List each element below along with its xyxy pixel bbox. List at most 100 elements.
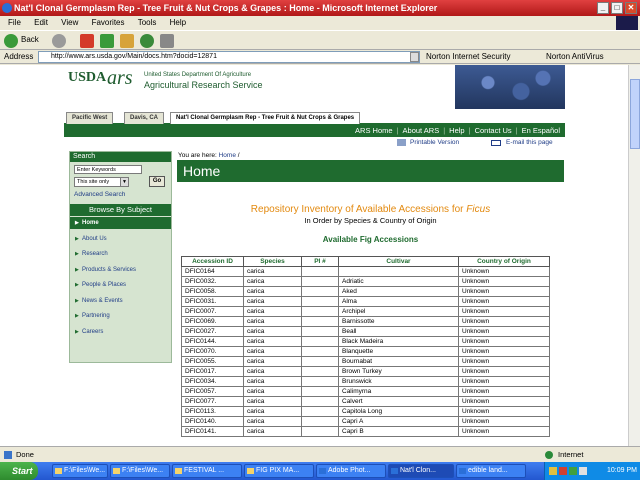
printable-version-link[interactable]: Printable Version [410,139,459,146]
taskbar-item[interactable]: F:\Files\We... [110,464,170,478]
tray-icon[interactable] [569,467,577,475]
maximize-button[interactable]: □ [611,2,623,14]
menu-edit[interactable]: Edit [34,18,48,27]
folder-icon [55,468,62,474]
breadcrumb-home-link[interactable]: Home [219,152,236,159]
site-header: USDA ars United States Department Of Agr… [64,65,565,109]
chevron-down-icon[interactable]: ▼ [120,178,128,186]
table-row: DFIC0141. carica Capri B Unknown [181,426,550,437]
breadcrumb-prefix: You are here: [178,152,217,159]
nav-contact-us[interactable]: Contact Us [473,126,514,135]
back-label[interactable]: Back [21,35,39,44]
country-cell: Unknown [458,406,550,417]
nav-about-ars[interactable]: About ARS [401,126,442,135]
country-cell: Unknown [458,386,550,397]
country-cell: Unknown [458,266,550,277]
nav-en-espanol[interactable]: En Español [520,126,562,135]
cultivar-cell: Calvert [338,396,459,407]
taskbar-item[interactable]: F:\Files\We... [52,464,108,478]
table-row: DFIC0032. carica Adriatic Unknown [181,276,550,287]
forward-arrow-icon[interactable] [52,34,66,48]
pi-number-cell [301,306,339,317]
media-icon[interactable] [140,34,154,48]
menu-help[interactable]: Help [170,18,186,27]
photoshop-icon [319,468,326,474]
bullet-icon: ▶ [75,282,79,288]
pi-number-cell [301,366,339,377]
nav-ars-home[interactable]: ARS Home [353,126,395,135]
address-label: Address [4,52,34,61]
tab-germplasm-rep[interactable]: Nat'l Clonal Germplasm Rep - Tree Fruit … [170,112,361,124]
ars-logo[interactable]: ars [107,67,133,90]
tab-pacific-west[interactable]: Pacific West [66,112,114,124]
bullet-icon: ▶ [75,267,79,273]
start-button[interactable]: Start [0,462,38,480]
search-heading: Search [70,152,171,162]
col-country: Country of Origin [458,256,550,267]
address-dropdown-icon[interactable] [410,52,419,62]
sidebar-item-label: News & Events [82,298,123,304]
scrollbar-thumb[interactable] [630,79,640,149]
email-page-link[interactable]: E-mail this page [506,139,553,146]
sidebar-item-about-us[interactable]: ▶ About Us [70,233,171,245]
sidebar-item-research[interactable]: ▶ Research [70,248,171,260]
tray-icon[interactable] [579,467,587,475]
repository-title-text: Repository Inventory of Available Access… [250,204,464,215]
location-tabs: Pacific West Davis, CA Nat'l Clonal Germ… [64,112,565,124]
taskbar-item-label: Adobe Phot... [328,467,371,474]
country-cell: Unknown [458,346,550,357]
accession-id-cell: DFIC0113. [181,406,244,417]
menu-tools[interactable]: Tools [138,18,157,27]
table-row: DFIC0140. carica Capri A Unknown [181,416,550,427]
tray-icon[interactable] [559,467,567,475]
menu-favorites[interactable]: Favorites [92,18,125,27]
go-button[interactable]: Go [149,176,165,187]
tab-davis[interactable]: Davis, CA [124,112,165,124]
menu-view[interactable]: View [61,18,78,27]
table-row: DFIC0027. carica Beall Unknown [181,326,550,337]
repository-subtitle: In Order by Species & Country of Origin [304,216,437,225]
bullet-icon: ▶ [75,313,79,319]
tray-icon[interactable] [549,467,557,475]
refresh-icon[interactable] [100,34,114,48]
sidebar-item-partnering[interactable]: ▶ Partnering [70,310,171,322]
page-icon [4,451,12,459]
taskbar-item[interactable]: edible land... [456,464,526,478]
back-arrow-icon[interactable] [4,34,18,48]
sidebar-item-people[interactable]: ▶ People & Places [70,279,171,291]
keyword-input[interactable]: Enter Keywords [74,165,142,174]
col-pi-number: PI # [301,256,339,267]
sidebar-item-careers[interactable]: ▶ Careers [70,326,171,338]
accession-id-cell: DFIC0031. [181,296,244,307]
table-row: DFIC0077. carica Calvert Unknown [181,396,550,407]
norton-antivirus-label[interactable]: Norton AntiVirus [546,50,604,64]
pi-number-cell [301,276,339,287]
taskbar-item[interactable]: Adobe Phot... [316,464,386,478]
nav-help[interactable]: Help [447,126,466,135]
close-button[interactable]: ✕ [625,2,637,14]
sidebar-item-label: Products & Services [82,267,137,273]
taskbar-item[interactable]: FESTIVAL ... [172,464,242,478]
print-icon[interactable] [160,34,174,48]
cultivar-cell: Black Madeira [338,336,459,347]
species-cell: carica [243,426,302,437]
sidebar-item-products[interactable]: ▶ Products & Services [70,264,171,276]
address-input[interactable]: http://www.ars.usda.gov/Main/docs.htm?do… [38,51,420,63]
taskbar-item[interactable]: FIG PIX MA... [244,464,314,478]
home-icon[interactable] [120,34,134,48]
minimize-button[interactable]: _ [597,2,609,14]
country-cell: Unknown [458,376,550,387]
country-cell: Unknown [458,426,550,437]
search-scope-select[interactable]: This site only ▼ [74,177,129,187]
sidebar-item-home[interactable]: ▶ Home [70,217,171,229]
usda-logo[interactable]: USDA [68,70,106,86]
cultivar-cell: Alma [338,296,459,307]
vertical-scrollbar[interactable] [628,65,640,446]
stop-icon[interactable] [80,34,94,48]
taskbar-item-active[interactable]: Nat'l Clon... [388,464,454,478]
sidebar-item-news[interactable]: ▶ News & Events [70,295,171,307]
norton-security-label[interactable]: Norton Internet Security [426,50,510,64]
advanced-search-link[interactable]: Advanced Search [74,191,125,198]
document-icon [247,468,254,474]
menu-file[interactable]: File [8,18,21,27]
